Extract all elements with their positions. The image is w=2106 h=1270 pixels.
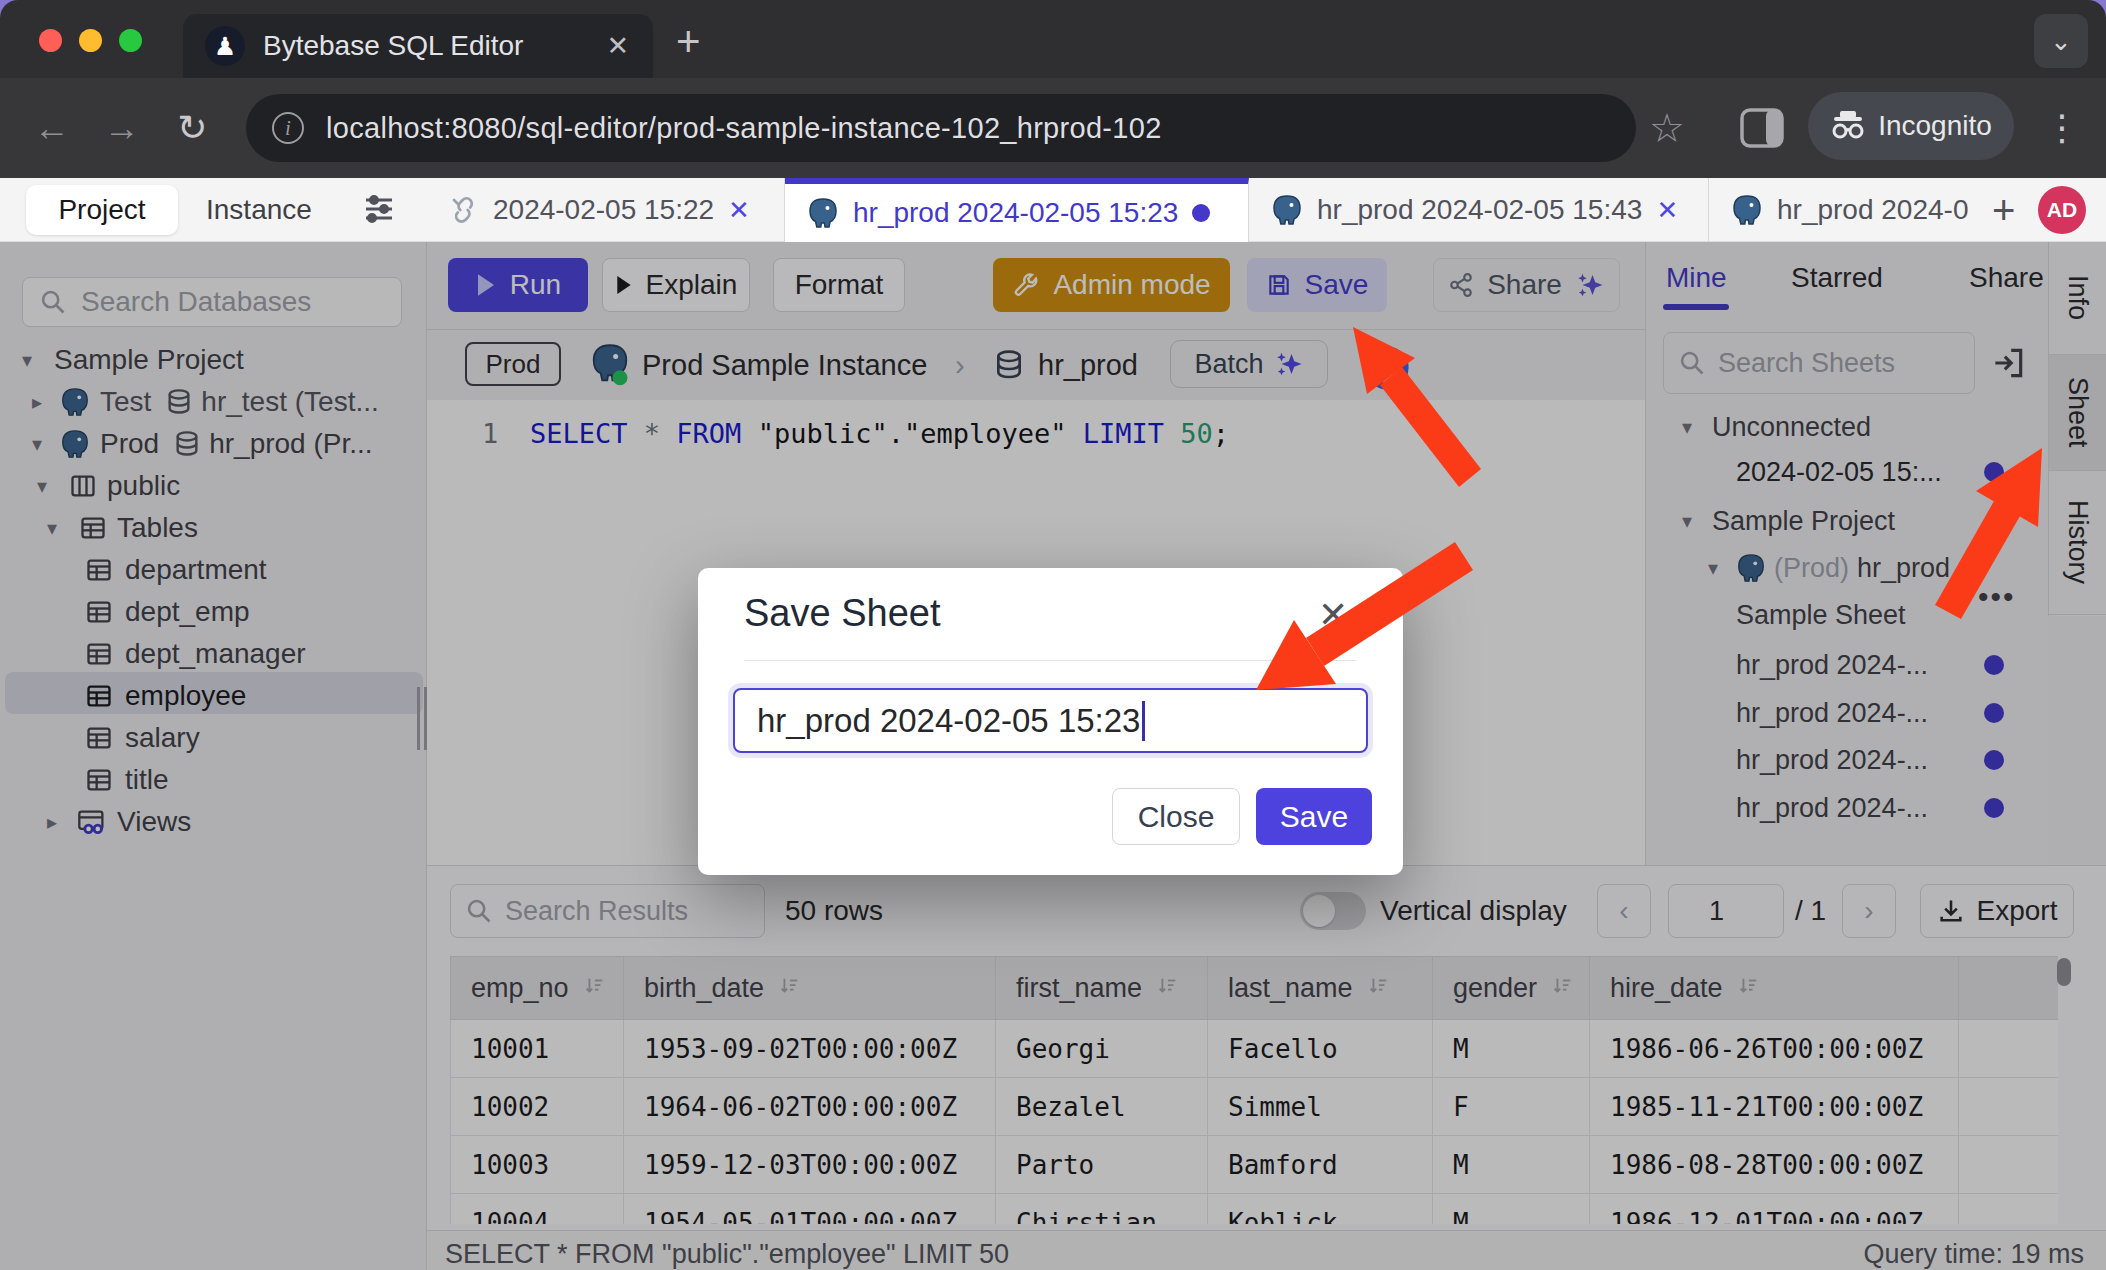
postgres-icon — [807, 197, 839, 229]
editor-tab-label: hr_prod 2024-0 — [1777, 194, 1968, 226]
back-icon[interactable]: ← — [30, 78, 74, 178]
bytebase-app: Project Instance — [0, 178, 2106, 1270]
tab-project[interactable]: Project — [26, 185, 178, 235]
tab-instance[interactable]: Instance — [206, 178, 312, 242]
tab-search-button[interactable]: ⌄ — [2034, 14, 2088, 68]
sheet-name-input[interactable]: hr_prod 2024-02-05 15:23 — [733, 688, 1368, 753]
editor-tab-2-active[interactable]: hr_prod 2024-02-05 15:23 — [785, 178, 1249, 242]
browser-window: ♟ Bytebase SQL Editor ✕ + ⌄ ← → ↻ i loca… — [0, 0, 2106, 1270]
close-tab-icon[interactable]: ✕ — [1656, 195, 1678, 226]
browser-tab-close-icon[interactable]: ✕ — [606, 30, 629, 62]
traffic-light-minimize[interactable] — [79, 29, 102, 52]
forward-icon[interactable]: → — [100, 78, 144, 178]
postgres-icon — [1731, 194, 1763, 226]
add-tab-icon[interactable]: + — [1992, 188, 2015, 233]
editor-tab-label: hr_prod 2024-02-05 15:43 — [1317, 194, 1642, 226]
reload-icon[interactable]: ↻ — [170, 78, 214, 178]
filter-icon[interactable] — [362, 192, 396, 226]
url-text: localhost:8080/sql-editor/prod-sample-in… — [326, 112, 1162, 145]
site-info-icon[interactable]: i — [272, 112, 304, 144]
unsaved-dot — [1192, 204, 1210, 222]
address-bar[interactable]: i localhost:8080/sql-editor/prod-sample-… — [246, 94, 1636, 162]
modal-divider — [744, 660, 1357, 661]
editor-tab-label: hr_prod 2024-02-05 15:23 — [853, 197, 1178, 229]
browser-tabbar: ♟ Bytebase SQL Editor ✕ + ⌄ — [0, 0, 2106, 78]
editor-tab-1[interactable]: 2024-02-05 15:22 ✕ — [427, 178, 785, 242]
modal-title: Save Sheet — [744, 592, 940, 635]
postgres-icon — [1271, 194, 1303, 226]
new-tab-button[interactable]: + — [676, 18, 701, 66]
menu-kebab-icon[interactable]: ⋮ — [2040, 78, 2084, 178]
traffic-light-close[interactable] — [39, 29, 62, 52]
editor-tab-4[interactable]: hr_prod 2024-0 — [1709, 178, 2001, 242]
incognito-label: Incognito — [1878, 110, 1992, 142]
close-tab-icon[interactable]: ✕ — [728, 195, 750, 226]
bookmark-star-icon[interactable]: ☆ — [1645, 78, 1689, 178]
side-panel-icon[interactable] — [1740, 108, 1784, 148]
modal-close-button[interactable]: Close — [1112, 788, 1240, 845]
sheet-name-value: hr_prod 2024-02-05 15:23 — [757, 702, 1140, 740]
editor-tab-strip: 2024-02-05 15:22 ✕ hr_prod 2024-02-05 15… — [427, 178, 2001, 242]
app-header: Project Instance — [0, 178, 2106, 242]
save-sheet-modal: Save Sheet ✕ hr_prod 2024-02-05 15:23 Cl… — [698, 568, 1403, 875]
unlink-icon — [449, 195, 479, 225]
traffic-light-zoom[interactable] — [119, 29, 142, 52]
browser-navbar: ← → ↻ i localhost:8080/sql-editor/prod-s… — [0, 78, 2106, 178]
avatar[interactable]: AD — [2038, 186, 2086, 234]
modal-save-button[interactable]: Save — [1256, 788, 1372, 845]
screen: ♟ Bytebase SQL Editor ✕ + ⌄ ← → ↻ i loca… — [0, 0, 2106, 1270]
editor-tab-3[interactable]: hr_prod 2024-02-05 15:43 ✕ — [1249, 178, 1709, 242]
browser-tab[interactable]: ♟ Bytebase SQL Editor ✕ — [183, 14, 653, 78]
modal-close-icon[interactable]: ✕ — [1318, 594, 1348, 636]
incognito-badge: Incognito — [1808, 92, 2014, 160]
text-cursor — [1142, 701, 1145, 741]
editor-tab-label: 2024-02-05 15:22 — [493, 194, 714, 226]
incognito-icon — [1830, 111, 1866, 141]
bytebase-favicon: ♟ — [205, 26, 245, 66]
browser-tab-title: Bytebase SQL Editor — [263, 30, 606, 62]
